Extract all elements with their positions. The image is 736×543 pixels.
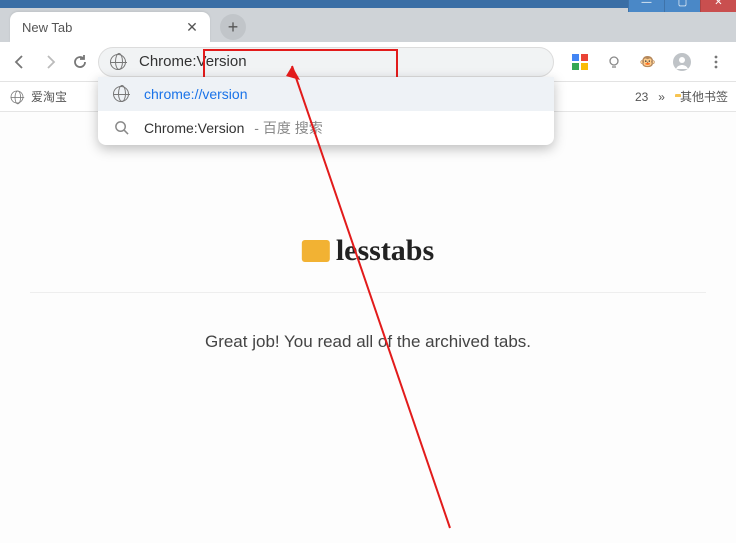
extension-bulb-icon[interactable] [602, 50, 626, 74]
window-minimize-button[interactable]: — [628, 0, 664, 12]
suggestion-item[interactable]: Chrome:Version - 百度 搜索 [98, 111, 554, 145]
globe-icon [8, 88, 26, 106]
window-close-button[interactable]: ✕ [700, 0, 736, 12]
tab-close-button[interactable]: ✕ [184, 19, 200, 35]
bookmark-label: 爱淘宝 [31, 88, 67, 105]
menu-button[interactable] [704, 50, 728, 74]
address-bar[interactable] [98, 47, 554, 77]
browser-tab[interactable]: New Tab ✕ [10, 12, 210, 42]
logo-icon [302, 240, 330, 262]
page-logo: lesstabs [302, 234, 434, 268]
globe-icon [112, 85, 130, 103]
profile-avatar-icon[interactable] [670, 50, 694, 74]
suggestion-text: chrome://version [144, 86, 247, 102]
window-titlebar: — ▢ ✕ [0, 0, 736, 8]
other-bookmarks-label: 其他书签 [680, 88, 728, 105]
window-maximize-button[interactable]: ▢ [664, 0, 700, 12]
suggestion-secondary: - 百度 搜索 [254, 120, 322, 136]
extension-monkey-icon[interactable]: 🐵 [636, 50, 660, 74]
forward-button[interactable] [38, 50, 62, 74]
address-input[interactable] [137, 52, 543, 71]
reload-button[interactable] [68, 50, 92, 74]
bookmarks-overflow-button[interactable]: » [658, 90, 665, 104]
back-button[interactable] [8, 50, 32, 74]
page-message: Great job! You read all of the archived … [0, 332, 736, 352]
search-icon [112, 119, 130, 137]
extension-color-icon[interactable] [568, 50, 592, 74]
suggestion-text: Chrome:Version [144, 120, 244, 136]
logo-text: lesstabs [336, 234, 434, 268]
new-tab-button[interactable]: + [220, 14, 246, 40]
bookmark-item[interactable]: 爱淘宝 [8, 88, 67, 106]
page-content: lesstabs Great job! You read all of the … [0, 112, 736, 543]
globe-icon [109, 53, 127, 71]
tab-strip: New Tab ✕ + [0, 8, 736, 42]
divider [30, 292, 706, 293]
omnibox-suggestions: chrome://version Chrome:Version - 百度 搜索 [98, 77, 554, 145]
tab-title: New Tab [22, 20, 72, 35]
other-bookmarks-button[interactable]: 其他书签 [675, 88, 728, 105]
suggestion-item[interactable]: chrome://version [98, 77, 554, 111]
toolbar: chrome://version Chrome:Version - 百度 搜索 … [0, 42, 736, 82]
bookmark-count: 23 [635, 90, 648, 104]
